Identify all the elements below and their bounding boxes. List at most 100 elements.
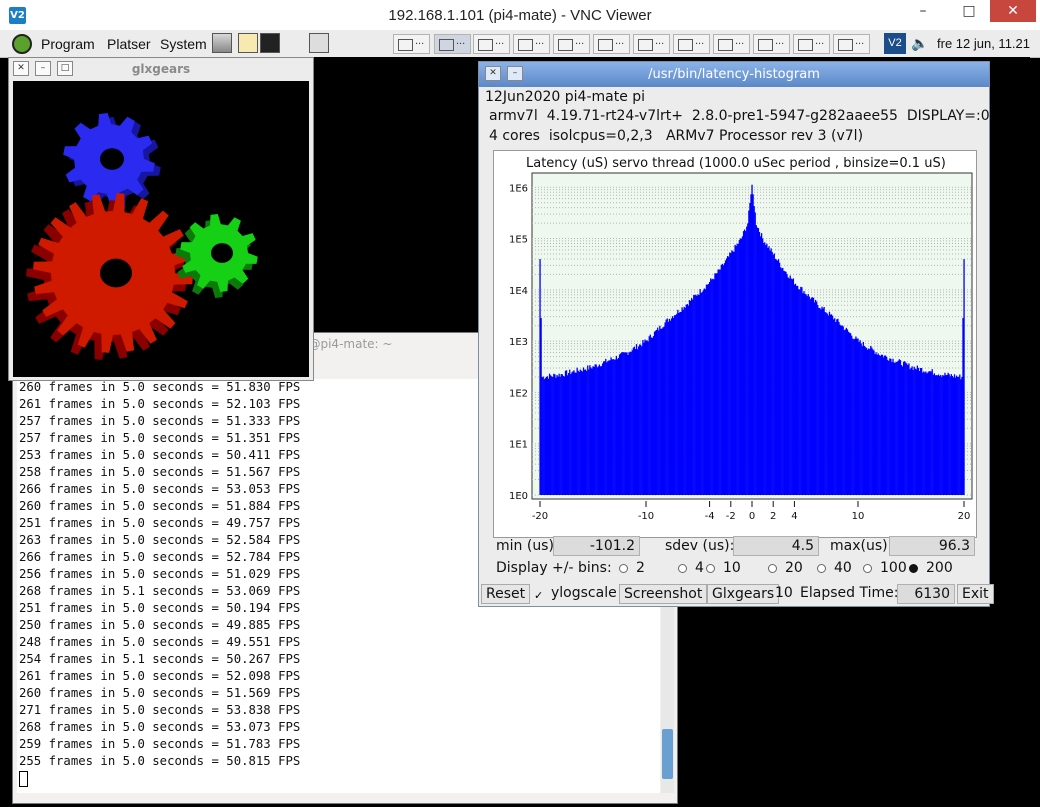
window-icon bbox=[398, 39, 413, 51]
ylogscale-label: ylogscale bbox=[551, 585, 617, 601]
bins-option-2[interactable]: 2 bbox=[619, 560, 645, 576]
bins-option-label: 40 bbox=[834, 560, 852, 576]
radio-icon[interactable] bbox=[678, 563, 687, 573]
taskbar-button-label: ... bbox=[855, 35, 865, 47]
red-gear-hole bbox=[100, 258, 132, 288]
taskbar-button-label: ... bbox=[495, 35, 505, 47]
menu-program[interactable]: Program bbox=[41, 36, 95, 52]
bins-option-200[interactable]: 200 bbox=[909, 560, 953, 576]
taskbar-window-button[interactable]: ... bbox=[713, 34, 750, 54]
y-tick-label: 1E3 bbox=[509, 337, 528, 348]
bins-option-label: 10 bbox=[723, 560, 741, 576]
y-tick-label: 1E0 bbox=[509, 491, 528, 502]
taskbar-window-button[interactable]: ... bbox=[434, 34, 471, 54]
bins-option-40[interactable]: 40 bbox=[817, 560, 852, 576]
menu-system[interactable]: System bbox=[160, 36, 207, 52]
window-icon bbox=[758, 39, 773, 51]
taskbar-button-label: ... bbox=[575, 35, 585, 47]
bins-option-20[interactable]: 20 bbox=[768, 560, 803, 576]
gears-canvas bbox=[13, 81, 309, 377]
scrollbar-thumb[interactable] bbox=[662, 729, 673, 779]
terminal-line: 248 frames in 5.0 seconds = 49.551 FPS bbox=[19, 635, 301, 649]
radio-icon[interactable] bbox=[768, 563, 777, 573]
taskbar-button-label: ... bbox=[615, 35, 625, 47]
window-icon bbox=[678, 39, 693, 51]
window-icon bbox=[598, 39, 613, 51]
elapsed-label: Elapsed Time: bbox=[800, 585, 899, 601]
y-tick-label: 1E4 bbox=[509, 286, 528, 297]
window-icon bbox=[478, 39, 493, 51]
volume-icon[interactable]: 🔈 bbox=[911, 35, 928, 52]
chart-title: Latency (uS) servo thread (1000.0 uSec p… bbox=[526, 156, 946, 171]
latency-histogram-window[interactable]: ✕ – /usr/bin/latency-histogram 12Jun2020… bbox=[478, 61, 994, 607]
info-kernel: armv7l 4.19.71-rt24-v7lrt+ 2.8.0-pre1-59… bbox=[489, 108, 990, 124]
vnc-titlebar: V2 192.168.1.101 (pi4-mate) - VNC Viewer… bbox=[0, 0, 1040, 31]
maximize-button[interactable]: □ bbox=[946, 0, 992, 22]
terminal-launcher-icon[interactable] bbox=[260, 33, 280, 53]
vnc-tray-icon[interactable]: V2 bbox=[884, 33, 906, 54]
taskbar-window-button[interactable]: ... bbox=[473, 34, 510, 54]
window-title: 192.168.1.101 (pi4-mate) - VNC Viewer bbox=[388, 7, 652, 24]
ylogscale-checkbox[interactable]: ✓ bbox=[534, 590, 546, 602]
elapsed-value: 6130 bbox=[897, 584, 955, 604]
x-tick-label: 10 bbox=[852, 511, 865, 522]
terminal-line: 254 frames in 5.1 seconds = 50.267 FPS bbox=[19, 652, 301, 666]
taskbar-window-button[interactable]: ... bbox=[793, 34, 830, 54]
info-date-host: 12Jun2020 pi4-mate pi bbox=[485, 89, 646, 105]
calculator-icon[interactable] bbox=[309, 33, 329, 53]
reset-button[interactable]: Reset bbox=[481, 584, 531, 604]
glxgears-title: glxgears bbox=[131, 62, 191, 76]
terminal-line: 261 frames in 5.0 seconds = 52.098 FPS bbox=[19, 669, 301, 683]
glxgears-button[interactable]: Glxgears bbox=[707, 584, 780, 604]
clock[interactable]: fre 12 jun, 11.21 bbox=[937, 36, 1030, 51]
radio-icon[interactable] bbox=[863, 563, 872, 573]
green-gear-hole bbox=[211, 243, 233, 263]
blue-gear bbox=[63, 113, 155, 205]
taskbar-window-button[interactable]: ... bbox=[513, 34, 550, 54]
histogram-bar bbox=[963, 259, 965, 495]
taskbar-button-label: ... bbox=[655, 35, 665, 47]
radio-icon[interactable] bbox=[909, 563, 918, 573]
radio-icon[interactable] bbox=[619, 563, 628, 573]
taskbar-window-button[interactable]: ... bbox=[553, 34, 590, 54]
y-tick-label: 1E1 bbox=[509, 440, 528, 451]
taskbar-window-button[interactable]: ... bbox=[633, 34, 670, 54]
window-icon bbox=[838, 39, 853, 51]
latency-title: /usr/bin/latency-histogram bbox=[648, 67, 820, 82]
x-tick-label: -10 bbox=[638, 511, 654, 522]
blue-gear-hole bbox=[100, 148, 124, 170]
screenshot-button[interactable]: Screenshot bbox=[619, 584, 708, 604]
terminal-line: 268 frames in 5.0 seconds = 53.073 FPS bbox=[19, 720, 301, 734]
y-tick-label: 1E6 bbox=[509, 183, 528, 194]
radio-icon[interactable] bbox=[706, 563, 715, 573]
bins-option-label: 100 bbox=[880, 560, 907, 576]
mate-logo-icon[interactable] bbox=[12, 34, 32, 54]
taskbar-window-button[interactable]: ... bbox=[393, 34, 430, 54]
bins-option-10[interactable]: 10 bbox=[706, 560, 741, 576]
taskbar-button-label: ... bbox=[415, 35, 425, 47]
control-center-icon[interactable] bbox=[212, 33, 232, 53]
terminal-line: 250 frames in 5.0 seconds = 49.885 FPS bbox=[19, 618, 301, 632]
taskbar-button-label: ... bbox=[695, 35, 705, 47]
terminal-cursor bbox=[19, 770, 28, 787]
taskbar-window-button[interactable]: ... bbox=[833, 34, 870, 54]
radio-icon[interactable] bbox=[817, 563, 826, 573]
taskbar-window-button[interactable]: ... bbox=[753, 34, 790, 54]
menu-platser[interactable]: Platser bbox=[107, 36, 151, 52]
text-editor-icon[interactable] bbox=[238, 33, 258, 53]
bins-option-4[interactable]: 4 bbox=[678, 560, 704, 576]
latency-titlebar: ✕ – /usr/bin/latency-histogram bbox=[479, 62, 989, 87]
taskbar-window-button[interactable]: ... bbox=[593, 34, 630, 54]
histogram-chart: Latency (uS) servo thread (1000.0 uSec p… bbox=[493, 150, 977, 538]
exit-button[interactable]: Exit bbox=[957, 584, 994, 604]
bins-option-100[interactable]: 100 bbox=[863, 560, 907, 576]
taskbar-window-button[interactable]: ... bbox=[673, 34, 710, 54]
bins-option-label: 2 bbox=[636, 560, 645, 576]
close-button[interactable]: ✕ bbox=[990, 0, 1036, 22]
y-tick-label: 1E2 bbox=[509, 388, 528, 399]
taskbar-button-label: ... bbox=[535, 35, 545, 47]
glxgears-window[interactable]: ✕ – □ glxgears bbox=[8, 57, 314, 381]
window-icon bbox=[638, 39, 653, 51]
min-value: -101.2 bbox=[553, 536, 640, 556]
minimize-button[interactable]: – bbox=[900, 0, 946, 22]
